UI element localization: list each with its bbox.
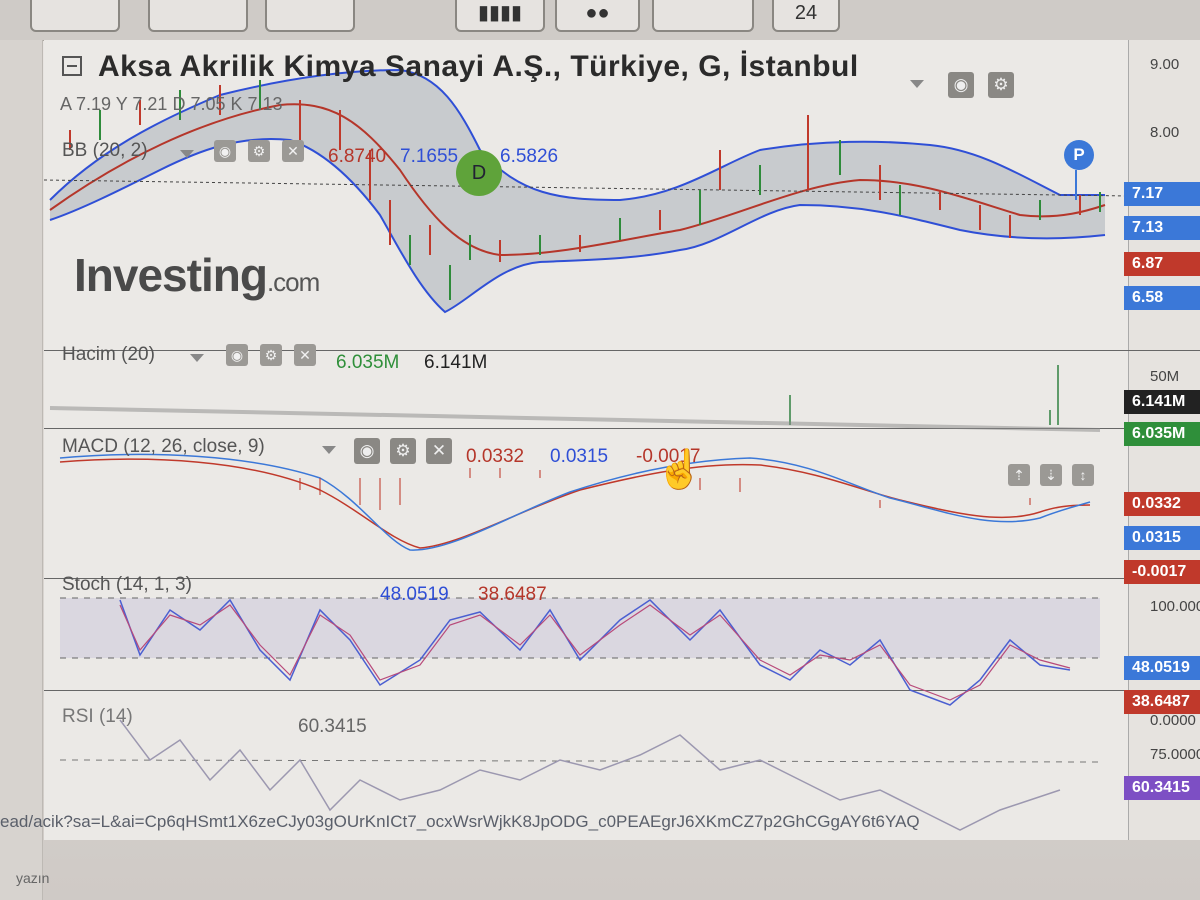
status-url: ead/acik?sa=L&ai=Cp6qHSmt1X6zeCJy03gOUrK… (0, 812, 920, 831)
move-up-icon[interactable]: ⇡ (1008, 464, 1030, 486)
stoch-tag: 48.0519 (1124, 656, 1200, 680)
axis-price-label: 8.00 (1150, 124, 1180, 141)
macd-tag: 0.0315 (1124, 526, 1200, 550)
volume-value-1: 6.035M (336, 352, 400, 373)
chart-title: Aksa Akrilik Kimya Sanayi A.Ş., Türkiye,… (98, 50, 859, 83)
price-tag: 7.17 (1124, 182, 1200, 206)
bb-lower-value: 6.5826 (500, 146, 559, 167)
close-icon[interactable]: ✕ (294, 344, 316, 366)
taskbar-text: yazın (16, 870, 50, 886)
eye-icon[interactable]: ◉ (214, 140, 236, 162)
chevron-down-icon[interactable] (322, 446, 336, 454)
gear-icon[interactable]: ⚙ (248, 140, 270, 162)
stoch-label: Stoch (14, 1, 3) (62, 574, 192, 595)
stoch-tag: 38.6487 (1124, 690, 1200, 714)
volume-value-2: 6.141M (424, 352, 488, 373)
ohlc-readout: A 7.19 Y 7.21 D 7.05 K 7.13 (60, 94, 283, 114)
price-tag: 7.13 (1124, 216, 1200, 240)
investing-logo: Investing.com (74, 249, 320, 301)
axis-price-label: 9.00 (1150, 56, 1180, 73)
bb-label: BB (20, 2) (62, 140, 148, 161)
bb-upper-value: 7.1655 (400, 146, 459, 167)
hand-cursor-icon: ☝ (656, 449, 704, 491)
bb-middle-value: 6.8740 (328, 146, 387, 167)
rsi-value: 60.3415 (298, 716, 367, 737)
collapse-icon[interactable] (62, 56, 82, 76)
gear-icon[interactable]: ⚙ (260, 344, 282, 366)
eye-icon[interactable]: ◉ (354, 438, 380, 464)
stoch-d-value: 38.6487 (478, 584, 547, 605)
chevron-down-icon[interactable] (910, 80, 924, 88)
volume-label: Hacim (20) (62, 344, 155, 365)
chevron-down-icon[interactable] (180, 150, 194, 158)
stoch-k-value: 48.0519 (380, 584, 449, 605)
volume-tag: 6.035M (1124, 422, 1200, 446)
eye-icon[interactable]: ◉ (226, 344, 248, 366)
axis-stoch-top: 100.0000 (1150, 598, 1200, 615)
rsi-tag: 60.3415 (1124, 776, 1200, 800)
macd-value: 0.0332 (466, 446, 525, 467)
gear-icon[interactable]: ⚙ (988, 72, 1014, 98)
macd-signal-value: 0.0315 (550, 446, 609, 467)
axis-rsi-level: 0.0000 (1150, 712, 1196, 729)
maximize-icon[interactable]: ↕ (1072, 464, 1094, 486)
eye-icon[interactable]: ◉ (948, 72, 974, 98)
dividend-marker[interactable]: D (456, 150, 502, 196)
rsi-label: RSI (14) (62, 706, 133, 727)
gear-icon[interactable]: ⚙ (390, 438, 416, 464)
chevron-down-icon[interactable] (190, 354, 204, 362)
axis-volume-label: 50M (1150, 368, 1180, 385)
volume-tag: 6.141M (1124, 390, 1200, 414)
move-down-icon[interactable]: ⇣ (1040, 464, 1062, 486)
price-tag: 6.58 (1124, 286, 1200, 310)
event-marker[interactable]: P (1064, 140, 1094, 170)
axis-rsi-level: 75.0000 (1150, 746, 1200, 763)
price-tag: 6.87 (1124, 252, 1200, 276)
close-icon[interactable]: ✕ (282, 140, 304, 162)
macd-label: MACD (12, 26, close, 9) (62, 436, 265, 457)
macd-tag: 0.0332 (1124, 492, 1200, 516)
macd-tag: -0.0017 (1124, 560, 1200, 584)
close-icon[interactable]: ✕ (426, 438, 452, 464)
